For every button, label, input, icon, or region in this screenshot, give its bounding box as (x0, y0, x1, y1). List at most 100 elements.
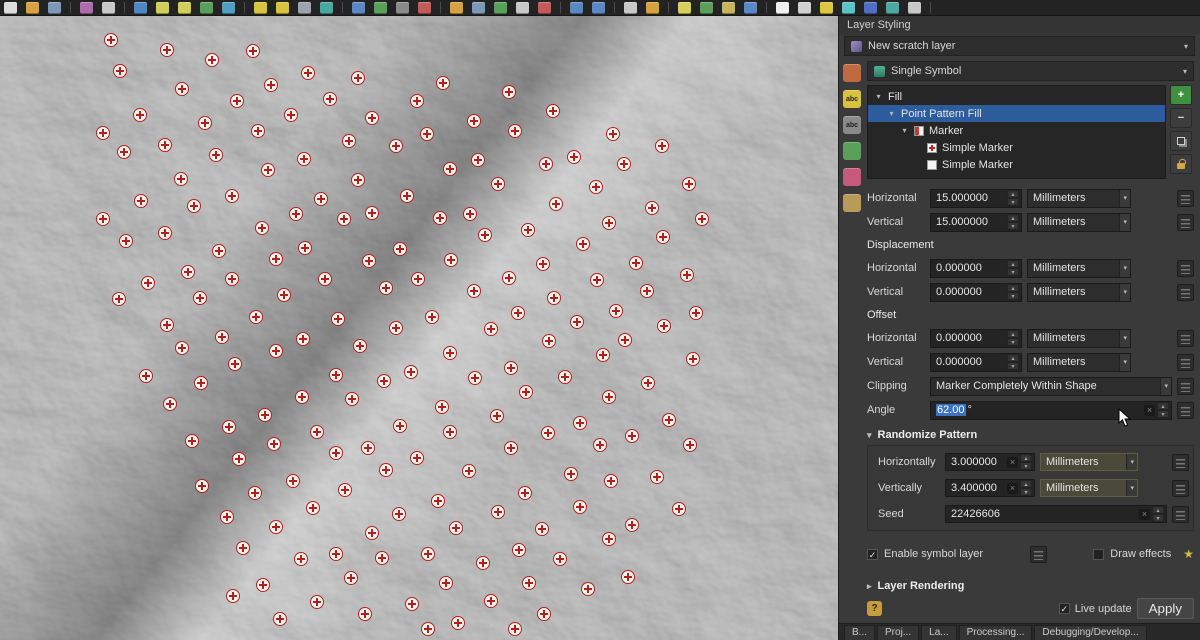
spin-arrows[interactable]: ▴▾ (1157, 402, 1169, 418)
vertical-spinbox[interactable]: 0.000000▴▾ (930, 283, 1022, 302)
spin-arrows[interactable]: ▴▾ (1007, 354, 1019, 370)
panel-tab-0[interactable]: B... (844, 625, 875, 640)
vertical-spinbox[interactable]: 0.000000▴▾ (930, 353, 1022, 372)
clear-value-icon[interactable]: × (1144, 405, 1155, 416)
add-vector-layer-icon[interactable] (374, 2, 387, 14)
unit-combobox[interactable]: Millimeters▾ (1027, 189, 1131, 208)
angle-spinbox[interactable]: 62.00°×▴▾ (930, 401, 1172, 420)
vertical-spinbox[interactable]: 15.000000▴▾ (930, 213, 1022, 232)
copy-features-icon[interactable] (624, 2, 637, 14)
data-defined-override-button[interactable] (1030, 546, 1047, 563)
processing-toolbox-icon[interactable] (864, 2, 877, 14)
python-console-icon[interactable] (886, 2, 899, 14)
duplicate-symbol-layer-button[interactable] (1170, 131, 1192, 151)
spin-arrows[interactable]: ▴▾ (1007, 330, 1019, 346)
data-source-manager-icon[interactable] (352, 2, 365, 14)
temporal-control-icon[interactable] (842, 2, 855, 14)
diagram-icon[interactable] (700, 2, 713, 14)
add-raster-layer-icon[interactable] (396, 2, 409, 14)
unit-combobox[interactable]: Millimeters▾ (1027, 353, 1131, 372)
add-symbol-layer-button[interactable]: + (1170, 85, 1192, 105)
horizontal-spinbox[interactable]: 15.000000▴▾ (930, 189, 1022, 208)
tree-expander-icon[interactable]: ▾ (887, 109, 896, 118)
spin-arrows[interactable]: ▴▾ (1007, 190, 1019, 206)
remove-symbol-layer-button[interactable]: − (1170, 108, 1192, 128)
diagrams-tab-icon[interactable] (843, 168, 861, 186)
live-update-checkbox[interactable]: ✓ (1059, 603, 1070, 614)
bookmark-icon[interactable] (744, 2, 757, 14)
clear-value-icon[interactable]: × (1007, 483, 1018, 494)
data-defined-override-button[interactable] (1177, 214, 1194, 231)
vertex-tool-icon[interactable] (516, 2, 529, 14)
data-defined-override-button[interactable] (1177, 190, 1194, 207)
3d-view-tab-icon[interactable] (843, 142, 861, 160)
pointer-icon[interactable] (776, 2, 789, 14)
map-canvas[interactable] (0, 16, 838, 640)
data-defined-override-button[interactable] (1172, 506, 1189, 523)
annotation-icon[interactable] (798, 2, 811, 14)
layer-rendering-header[interactable]: ▸ Layer Rendering (867, 580, 1194, 592)
data-defined-override-button[interactable] (1172, 454, 1189, 471)
identify-features-icon[interactable] (222, 2, 235, 14)
data-defined-override-button[interactable] (1177, 378, 1194, 395)
labeling-icon[interactable] (678, 2, 691, 14)
spin-arrows[interactable]: ▴▾ (1007, 260, 1019, 276)
project-save-icon[interactable] (48, 2, 61, 14)
data-defined-override-button[interactable] (1172, 480, 1189, 497)
unit-combobox[interactable]: Millimeters▾ (1027, 283, 1131, 302)
seed-spinbox[interactable]: 22426606×▴▾ (945, 505, 1167, 523)
symbol-node-simple-marker-3[interactable]: Simple Marker (868, 139, 1165, 156)
spin-arrows[interactable]: ▴▾ (1007, 214, 1019, 230)
new-scratch-layer-icon[interactable] (418, 2, 431, 14)
spin-arrows[interactable]: ▴▾ (1007, 284, 1019, 300)
favorites-icon[interactable] (820, 2, 833, 14)
delete-feature-icon[interactable] (538, 2, 551, 14)
enable-symbol-layer-checkbox[interactable]: ✓ (867, 549, 878, 560)
data-defined-override-button[interactable] (1177, 354, 1194, 371)
style-manager-icon[interactable] (80, 2, 93, 14)
deselect-features-icon[interactable] (276, 2, 289, 14)
spin-arrows[interactable]: ▴▾ (1020, 480, 1032, 496)
effects-customize-icon[interactable]: ★ (1183, 547, 1194, 561)
vertically-spinbox[interactable]: 3.400000×▴▾ (945, 479, 1035, 497)
randomize-pattern-header[interactable]: ▾ Randomize Pattern (867, 425, 1194, 445)
horizontal-spinbox[interactable]: 0.000000▴▾ (930, 329, 1022, 348)
history-tab-icon[interactable] (843, 194, 861, 212)
spin-arrows[interactable]: ▴▾ (1152, 506, 1164, 522)
horizontally-spinbox[interactable]: 3.000000×▴▾ (945, 453, 1035, 471)
masks-tab-icon[interactable]: abc (843, 116, 861, 134)
select-features-icon[interactable] (254, 2, 267, 14)
save-edits-icon[interactable] (472, 2, 485, 14)
unit-combobox[interactable]: Millimeters▾ (1027, 259, 1131, 278)
measure-icon[interactable] (320, 2, 333, 14)
clipping-combobox[interactable]: Marker Completely Within Shape▾ (930, 377, 1172, 396)
symbol-node-simple-marker-4[interactable]: Simple Marker (868, 156, 1165, 173)
clear-value-icon[interactable]: × (1139, 509, 1150, 520)
apply-button[interactable]: Apply (1137, 598, 1194, 619)
unit-combobox[interactable]: Millimeters▾ (1027, 329, 1131, 348)
paste-features-icon[interactable] (646, 2, 659, 14)
symbol-node-fill-0[interactable]: ▾Fill (868, 88, 1165, 105)
draw-effects-checkbox[interactable] (1093, 549, 1104, 560)
lock-symbol-color-button[interactable] (1170, 154, 1192, 174)
data-defined-override-button[interactable] (1177, 260, 1194, 277)
symbology-tab-icon[interactable] (843, 64, 861, 82)
help-button[interactable]: ? (867, 601, 882, 616)
zoom-in-icon[interactable] (156, 2, 169, 14)
unit-combobox[interactable]: Millimeters▾ (1027, 213, 1131, 232)
open-attribute-table-icon[interactable] (298, 2, 311, 14)
horizontal-spinbox[interactable]: 0.000000▴▾ (930, 259, 1022, 278)
panel-tab-3[interactable]: Processing... (959, 625, 1033, 640)
zoom-out-icon[interactable] (178, 2, 191, 14)
zoom-full-icon[interactable] (200, 2, 213, 14)
toggle-editing-icon[interactable] (450, 2, 463, 14)
data-defined-override-button[interactable] (1177, 284, 1194, 301)
symbol-type-selector[interactable]: Single Symbol ▾ (867, 61, 1194, 81)
unit-combobox[interactable]: Millimeters▾ (1040, 453, 1138, 471)
panel-tab-1[interactable]: Proj... (877, 625, 919, 640)
layer-selector[interactable]: New scratch layer ▾ (844, 36, 1195, 56)
data-defined-override-button[interactable] (1177, 402, 1194, 419)
tree-expander-icon[interactable]: ▾ (900, 126, 909, 135)
spin-arrows[interactable]: ▴▾ (1020, 454, 1032, 470)
symbol-node-marker-2[interactable]: ▾Marker (868, 122, 1165, 139)
